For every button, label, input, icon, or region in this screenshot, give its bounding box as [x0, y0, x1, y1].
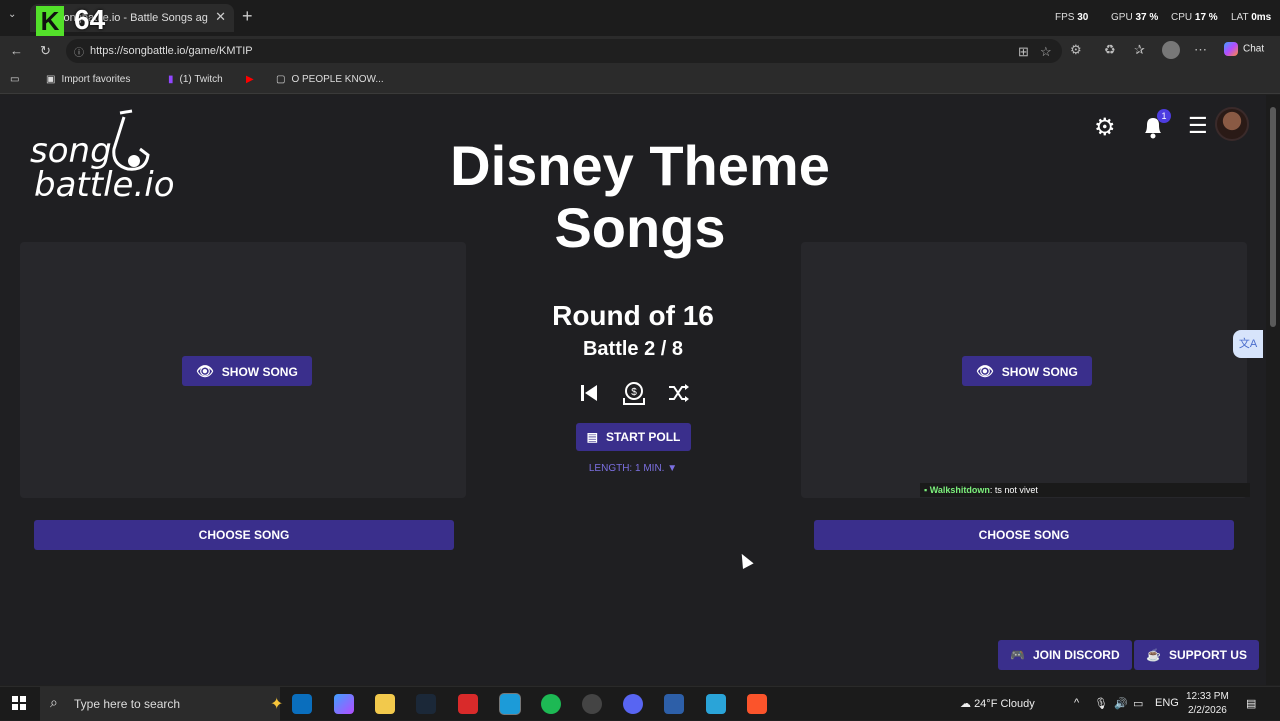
join-discord-button[interactable]: 🎮 JOIN DISCORD — [998, 640, 1132, 670]
copilot-icon — [1224, 42, 1238, 56]
windows-taskbar: ⌕ Type here to search ✦ ☁ 24°F Cloudy ^ … — [0, 686, 1280, 721]
cloud-icon: ☁ — [960, 698, 971, 710]
clock-time: 12:33 PM — [1186, 691, 1229, 702]
favorite-star-icon[interactable]: ☆ — [1040, 44, 1052, 60]
microphone-icon[interactable]: 🎙 — [1094, 697, 1108, 710]
volume-icon[interactable]: 🔊 — [1114, 697, 1128, 710]
app-available-icon[interactable]: ⊞ — [1018, 44, 1029, 60]
fps-readout: FPS 30 — [1055, 12, 1089, 23]
battle-counter: Battle 2 / 8 — [582, 338, 684, 360]
page-title: Disney Theme Songs — [450, 134, 830, 259]
copilot-chat-button[interactable]: Chat — [1224, 42, 1264, 56]
edge-browser-icon[interactable] — [500, 694, 520, 714]
window-app-icon[interactable] — [664, 694, 684, 714]
taskbar-search-box[interactable]: ⌕ Type here to search ✦ — [40, 687, 284, 721]
taskbar-search-placeholder: Type here to search — [74, 697, 181, 711]
eye-icon: 👁 — [976, 363, 994, 379]
choose-song-button-left[interactable]: CHOOSE SONG — [34, 520, 454, 550]
songbattle-logo[interactable]: song battle.io — [28, 109, 175, 209]
hamburger-menu-icon[interactable]: ☰ — [1188, 113, 1208, 139]
lat-readout: LAT 0ms — [1231, 12, 1272, 23]
scrollbar-thumb[interactable] — [1270, 107, 1276, 327]
kofi-cup-icon: ☕ — [1146, 648, 1161, 662]
round-label: Round of 16 — [552, 300, 714, 331]
f-app-icon[interactable] — [706, 694, 726, 714]
more-options-icon[interactable]: ⋯ — [1194, 42, 1207, 58]
settings-gear-icon[interactable]: ⚙ — [1094, 113, 1116, 142]
windows-start-icon[interactable] — [12, 696, 26, 710]
obs-icon[interactable] — [582, 694, 602, 714]
bookmark-youtube[interactable]: ▶ — [246, 74, 260, 85]
browser-essentials-icon[interactable]: ♻ — [1104, 42, 1116, 58]
bookmark-import-favorites[interactable]: ▣ Import favorites — [46, 74, 130, 85]
youtube-icon: ▶ — [246, 74, 254, 85]
overlay-number: 64 — [74, 4, 106, 35]
overlay-k-badge: K — [36, 6, 64, 36]
user-avatar[interactable] — [1215, 107, 1249, 141]
svg-text:$: $ — [631, 387, 637, 398]
wps-office-icon[interactable] — [458, 694, 478, 714]
clock-date: 2/2/2026 — [1187, 705, 1227, 716]
cpu-readout: CPU 17 % — [1171, 12, 1218, 23]
chat-message: ▪ Walkshitdown: ts not vivet — [920, 483, 1250, 497]
songbattle-page: song battle.io Disney Theme Songs ⚙ 1 ☰ … — [0, 95, 1266, 685]
tab-close-icon[interactable]: ✕ — [215, 9, 226, 25]
discord-icon: 🎮 — [1010, 648, 1025, 662]
language-indicator[interactable]: ENG — [1155, 697, 1179, 709]
copilot-app-icon[interactable] — [334, 694, 354, 714]
weather-widget[interactable]: ☁ 24°F Cloudy — [960, 697, 1035, 710]
support-us-button[interactable]: ☕ SUPPORT US — [1134, 640, 1259, 670]
new-tab-plus-icon[interactable]: + — [242, 6, 253, 27]
notification-count-badge: 1 — [1157, 109, 1171, 123]
favorites-icon[interactable]: ✰ — [1134, 42, 1145, 58]
show-song-button-right[interactable]: 👁 SHOW SONG — [962, 356, 1092, 386]
gpu-readout: GPU 37 % — [1111, 12, 1159, 23]
brave-icon[interactable] — [747, 694, 767, 714]
extensions-icon[interactable]: ⚙ — [1070, 42, 1082, 58]
url-field[interactable]: ⓘ https://songbattle.io/game/KMTIP ⊞ ☆ — [66, 39, 1062, 63]
address-bar-row: ← ↻ ⓘ https://songbattle.io/game/KMTIP ⊞… — [0, 36, 1280, 66]
chat-badge-icon: ▪ — [924, 485, 928, 495]
network-icon[interactable]: ▭ — [1133, 697, 1143, 710]
spotify-icon[interactable] — [541, 694, 561, 714]
notifications-icon[interactable]: ▤ — [1246, 697, 1256, 710]
show-song-button-left[interactable]: 👁 SHOW SONG — [182, 356, 312, 386]
chat-text: : ts not vivet — [989, 485, 1038, 495]
eye-icon: 👁 — [196, 363, 214, 379]
steam-icon[interactable] — [416, 694, 436, 714]
chat-username: Walkshitdown — [929, 485, 990, 495]
search-highlight-icon: ✦ — [270, 696, 284, 713]
shuffle-icon[interactable] — [666, 380, 692, 406]
browser-tab-bar: ⌄ songbattle.io - Battle Songs against ✕… — [0, 0, 1280, 36]
tray-expand-icon[interactable]: ^ — [1074, 697, 1079, 709]
page-icon: ▢ — [276, 74, 286, 85]
profile-avatar[interactable] — [1162, 41, 1180, 59]
refresh-icon[interactable]: ↻ — [40, 43, 51, 59]
store-app-icon[interactable] — [292, 694, 312, 714]
page-scrollbar[interactable] — [1266, 95, 1280, 685]
discord-app-icon[interactable] — [623, 694, 643, 714]
taskbar-clock[interactable]: 12:33 PM 2/2/2026 — [1186, 690, 1229, 718]
logo-text-battle: battle.io — [34, 165, 175, 205]
previous-battle-icon[interactable] — [576, 380, 602, 406]
bookmark-twitch[interactable]: ▮ (1) Twitch — [168, 74, 223, 85]
translate-widget-icon[interactable]: 文A — [1233, 330, 1263, 358]
sidebar-toggle-icon[interactable]: ▭ — [10, 74, 19, 85]
file-explorer-icon[interactable] — [375, 694, 395, 714]
import-icon: ▣ — [46, 74, 56, 85]
start-poll-button[interactable]: ▤ START POLL — [576, 423, 691, 451]
twitch-icon: ▮ — [168, 74, 174, 85]
site-info-icon[interactable]: ⓘ — [74, 44, 84, 59]
choose-song-button-right[interactable]: CHOOSE SONG — [814, 520, 1234, 550]
mouse-cursor — [736, 551, 754, 569]
back-arrow-icon[interactable]: ← — [10, 43, 23, 58]
tab-list-chevron-icon[interactable]: ⌄ — [8, 9, 16, 20]
bookmarks-bar: ▭ ▣ Import favorites ▮ (1) Twitch ▶ ▢ O PEO… — [0, 66, 1280, 94]
bookmark-people-know[interactable]: ▢ O PEOPLE KNOW... — [276, 74, 384, 85]
poll-length-select[interactable]: LENGTH: 1 MIN. ▼ — [560, 463, 706, 474]
poll-document-icon: ▤ — [586, 430, 598, 444]
search-icon: ⌕ — [50, 694, 58, 710]
url-text: https://songbattle.io/game/KMTIP — [90, 45, 253, 57]
donate-coin-icon[interactable]: $ — [621, 380, 647, 406]
